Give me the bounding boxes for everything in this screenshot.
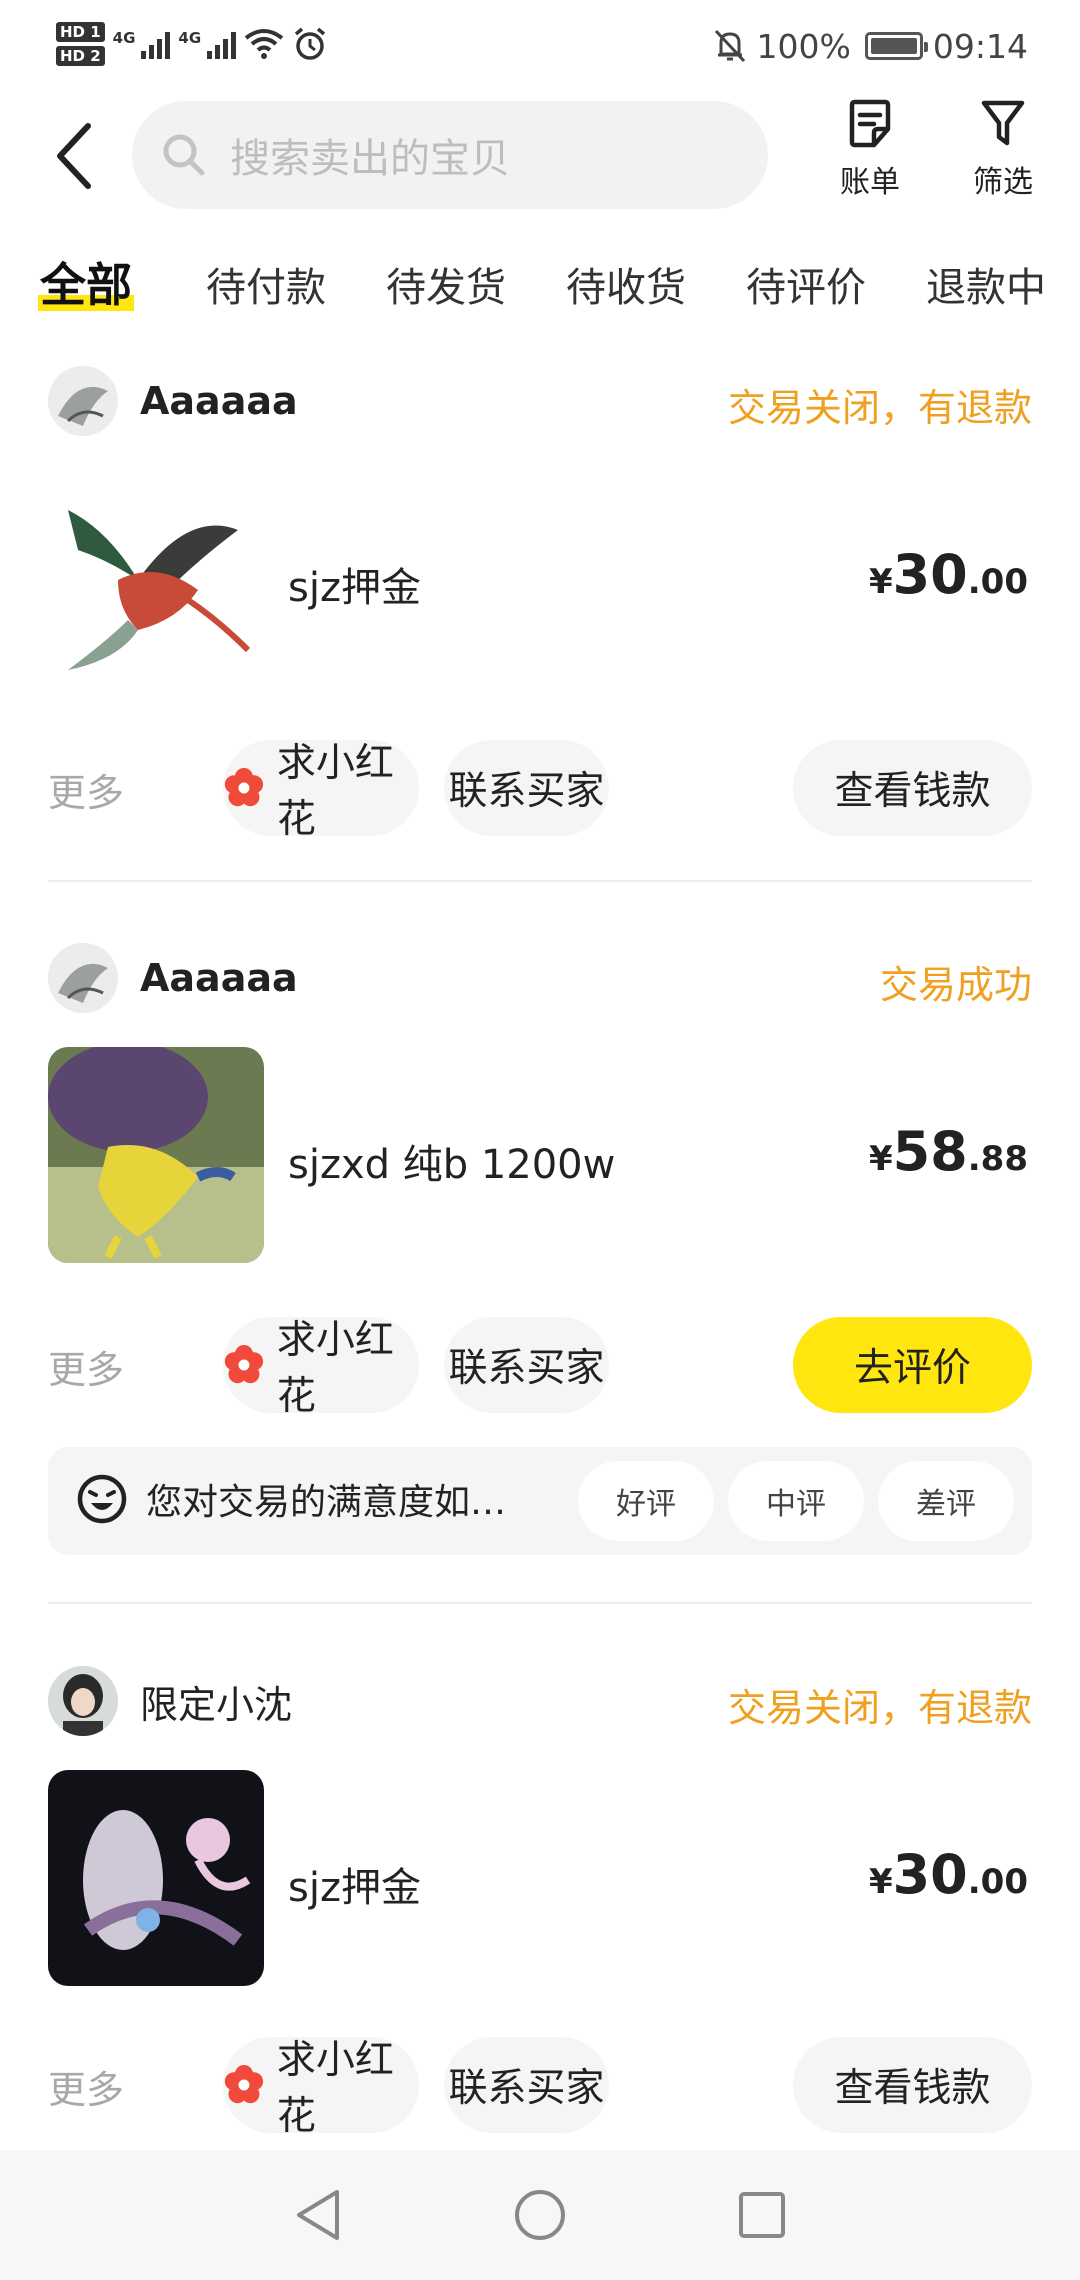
- bad-review-option[interactable]: 差评: [878, 1461, 1014, 1541]
- seller-info[interactable]: Aaaaaa: [48, 365, 298, 437]
- bill-button[interactable]: 账单: [815, 99, 925, 201]
- smiley-face-icon: [77, 1474, 127, 1524]
- status-left: HD 1 HD 2 4G 4G: [56, 14, 328, 74]
- search-placeholder: 搜索卖出的宝贝: [230, 136, 510, 182]
- filter-label: 筛选: [973, 165, 1033, 200]
- battery-icon: [864, 32, 928, 60]
- seller-avatar: [48, 1666, 118, 1736]
- order-card: Aaaaaa 交易关闭，有退款 sjz押金 ¥30.00 更多 求小红花 联系买…: [48, 365, 1032, 885]
- satisfaction-prompt: 您对交易的满意度如… 好评 中评 差评: [48, 1447, 1032, 1555]
- order-status: 交易关闭，有退款: [727, 1686, 1032, 1730]
- wifi-icon: [244, 29, 284, 59]
- order-actions: 更多 求小红花 联系买家 去评价: [48, 1317, 1032, 1419]
- hd2-badge: HD 2: [56, 46, 105, 66]
- signal-2-icon: 4G: [178, 29, 237, 59]
- order-tabs: 全部 待付款 待发货 待收货 待评价 退款中: [0, 245, 1080, 325]
- clock-time: 09:14: [932, 26, 1028, 66]
- nav-home-icon[interactable]: [513, 2188, 567, 2242]
- seller-name: Aaaaaa: [140, 956, 298, 1000]
- filter-button[interactable]: 筛选: [948, 99, 1058, 201]
- view-funds-button[interactable]: 查看钱款: [793, 2037, 1032, 2133]
- product-title[interactable]: sjz押金: [288, 555, 421, 613]
- product-price: ¥58.88: [868, 1120, 1028, 1183]
- product-title[interactable]: sjzxd 纯b 1200w: [288, 1132, 615, 1190]
- bill-icon: [849, 99, 891, 148]
- tab-all[interactable]: 全部: [38, 249, 134, 315]
- search-input[interactable]: 搜索卖出的宝贝: [132, 101, 768, 209]
- nav-recents-icon[interactable]: [737, 2190, 787, 2240]
- order-status: 交易关闭，有退款: [727, 386, 1032, 430]
- divider: [48, 880, 1032, 882]
- seller-name: Aaaaaa: [140, 379, 298, 423]
- more-button[interactable]: 更多: [48, 1339, 124, 1394]
- order-card: 限定小沈 交易关闭，有退款 sjz押金 ¥30.00 更多 求小红花 联系买家 …: [48, 1665, 1032, 2145]
- status-right: 100% 09:14: [713, 18, 1028, 74]
- product-title[interactable]: sjz押金: [288, 1855, 421, 1913]
- seller-info[interactable]: 限定小沈: [48, 1665, 292, 1737]
- product-price: ¥30.00: [868, 1843, 1028, 1906]
- contact-buyer-button[interactable]: 联系买家: [444, 1317, 609, 1413]
- back-icon[interactable]: [48, 120, 104, 192]
- seller-avatar: [48, 366, 118, 436]
- product-price: ¥30.00: [868, 543, 1028, 606]
- more-button[interactable]: 更多: [48, 2059, 124, 2114]
- alarm-icon: [295, 27, 326, 60]
- tab-pending-receipt[interactable]: 待收货: [566, 255, 686, 313]
- system-nav-bar: [0, 2150, 1080, 2280]
- tab-refunding[interactable]: 退款中: [926, 255, 1046, 313]
- tab-pending-shipment[interactable]: 待发货: [386, 255, 506, 313]
- divider: [48, 1602, 1032, 1604]
- request-flower-button[interactable]: 求小红花: [223, 2037, 419, 2139]
- contact-buyer-button[interactable]: 联系买家: [444, 740, 609, 836]
- search-icon: [163, 134, 205, 176]
- tab-pending-payment[interactable]: 待付款: [206, 255, 326, 313]
- signal-1-icon: 4G: [113, 29, 171, 59]
- header: 搜索卖出的宝贝 账单 筛选: [0, 95, 1080, 220]
- order-actions: 更多 求小红花 联系买家 查看钱款: [48, 740, 1032, 842]
- battery-percent: 100%: [756, 26, 851, 66]
- seller-avatar: [48, 943, 118, 1013]
- flower-icon: [224, 767, 264, 807]
- bill-label: 账单: [840, 165, 900, 200]
- more-button[interactable]: 更多: [48, 762, 124, 817]
- leave-review-button[interactable]: 去评价: [793, 1317, 1032, 1413]
- product-image[interactable]: [48, 1770, 264, 1986]
- good-review-option[interactable]: 好评: [578, 1461, 714, 1541]
- view-funds-button[interactable]: 查看钱款: [793, 740, 1032, 836]
- filter-icon: [981, 100, 1025, 146]
- satisfaction-question: 您对交易的满意度如…: [76, 1473, 506, 1525]
- seller-name: 限定小沈: [140, 1682, 293, 1727]
- seller-info[interactable]: Aaaaaa: [48, 942, 298, 1014]
- status-bar: HD 1 HD 2 4G 4G 100% 09:14: [0, 0, 1080, 90]
- request-flower-button[interactable]: 求小红花: [223, 1317, 419, 1419]
- nav-back-icon[interactable]: [293, 2188, 343, 2242]
- flower-icon: [224, 2064, 264, 2104]
- neutral-review-option[interactable]: 中评: [728, 1461, 864, 1541]
- mute-icon: [714, 29, 745, 63]
- product-image[interactable]: [48, 470, 264, 686]
- contact-buyer-button[interactable]: 联系买家: [444, 2037, 609, 2133]
- order-status: 交易成功: [879, 963, 1032, 1007]
- flower-icon: [224, 1344, 264, 1384]
- order-card: Aaaaaa 交易成功 sjzxd 纯b 1200w ¥58.88 更多 求小红…: [48, 942, 1032, 1604]
- request-flower-button[interactable]: 求小红花: [223, 740, 419, 842]
- order-actions: 更多 求小红花 联系买家 查看钱款: [48, 2037, 1032, 2139]
- product-image[interactable]: [48, 1047, 264, 1263]
- tab-pending-review[interactable]: 待评价: [746, 255, 866, 313]
- hd1-badge: HD 1: [56, 22, 105, 42]
